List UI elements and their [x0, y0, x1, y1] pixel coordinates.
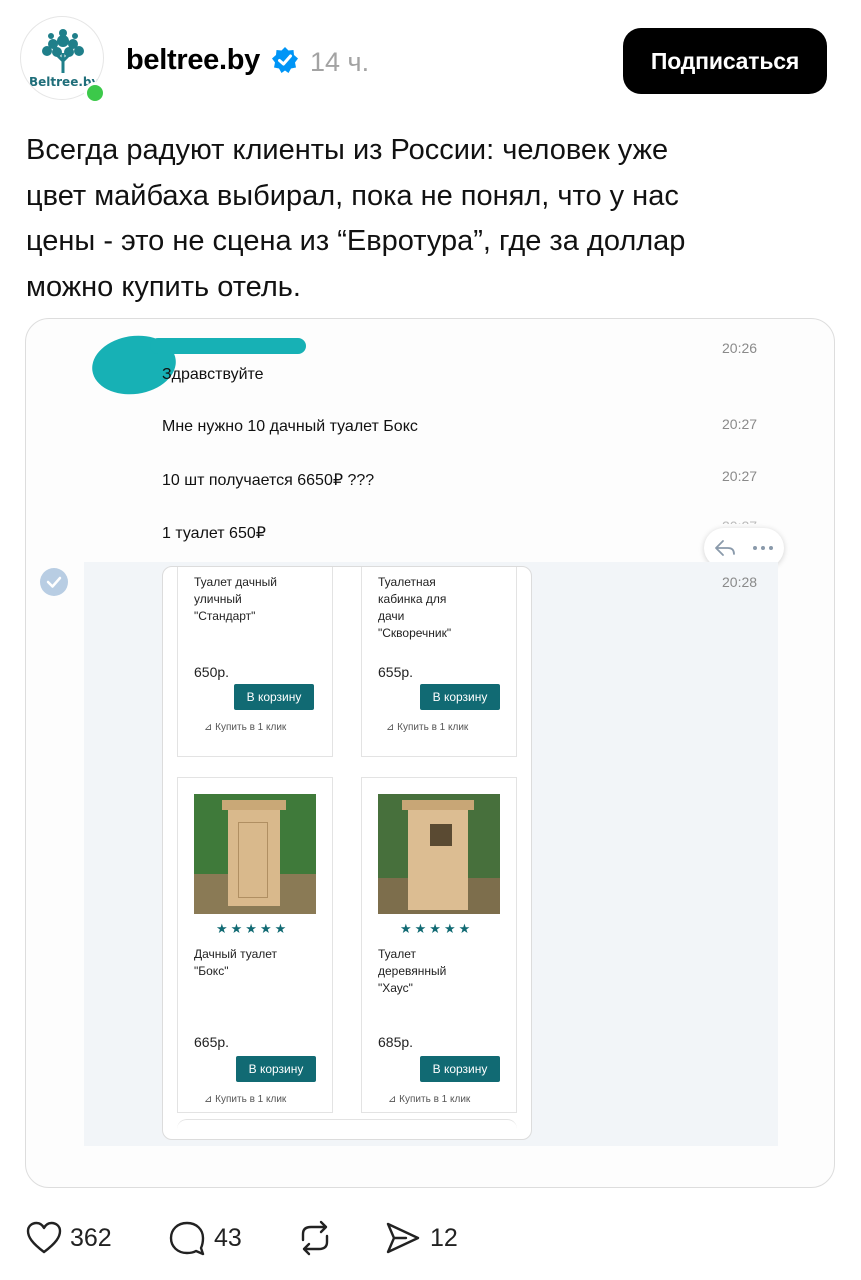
comment-button[interactable]: 43 — [168, 1218, 242, 1258]
chat-message: Мне нужно 10 дачный туалет Бокс — [162, 418, 418, 435]
reply-icon[interactable] — [714, 538, 736, 558]
message-time: 20:27 — [722, 468, 758, 484]
buy-one-click-link[interactable]: ⊿ Купить в 1 клик — [388, 1094, 470, 1105]
bottom-bar — [177, 1119, 517, 1139]
buy-one-click-link[interactable]: ⊿ Купить в 1 клик — [204, 1094, 286, 1105]
post-text-line: можно купить отель. — [26, 270, 301, 303]
online-status-dot — [84, 82, 106, 104]
verified-icon — [272, 47, 298, 73]
post-text-line: цены - это не сцена из “Евротура”, где з… — [26, 225, 686, 257]
more-icon[interactable] — [752, 545, 774, 551]
rating-stars: ★★★★★ — [400, 921, 474, 936]
rating-stars: ★★★★★ — [216, 921, 290, 936]
check-icon[interactable] — [40, 568, 68, 596]
chat-message: 10 шт получается 6650₽ ??? — [162, 472, 375, 489]
share-button[interactable]: 12 — [384, 1218, 458, 1258]
like-count: 362 — [70, 1223, 112, 1252]
repost-button[interactable] — [296, 1218, 342, 1258]
product-card[interactable]: Туалет дачный уличный "Стандарт" 650р. В… — [177, 567, 333, 757]
shop-screenshot: Туалет дачный уличный "Стандарт" 650р. В… — [162, 566, 532, 1140]
product-name: Дачный туалет "Бокс" — [194, 947, 278, 978]
product-name: Туалетная кабинка для дачи "Скворечник" — [378, 575, 452, 640]
post-text-line: Всегда радуют клиенты из России: человек… — [26, 134, 669, 166]
chat-message: Здравствуйте — [162, 366, 264, 383]
product-price: 685р. — [378, 1034, 414, 1050]
redacted-name — [150, 338, 306, 354]
product-card[interactable]: ★★★★★ Туалет деревянный "Хаус" 685р. В к… — [361, 777, 517, 1113]
username[interactable]: beltree.by — [126, 42, 260, 78]
comment-count: 43 — [214, 1223, 242, 1252]
product-card[interactable]: Туалетная кабинка для дачи "Скворечник" … — [361, 567, 517, 757]
message-time: 20:27 — [722, 416, 758, 432]
send-icon — [386, 1222, 420, 1254]
repost-icon — [301, 1220, 329, 1256]
post-time: 14 ч. — [310, 47, 370, 77]
buy-one-click-link[interactable]: ⊿ Купить в 1 клик — [204, 722, 286, 733]
message-time: 20:26 — [722, 340, 758, 356]
add-to-cart-button[interactable]: В корзину — [234, 684, 314, 710]
product-image — [194, 794, 316, 914]
product-price: 655р. — [378, 664, 414, 680]
post-text-line: цвет майбаха выбирал, пока не понял, что… — [26, 179, 679, 212]
product-name: Туалет деревянный "Хаус" — [378, 947, 447, 995]
message-time: 20:28 — [722, 574, 758, 590]
product-price: 665р. — [194, 1034, 230, 1050]
like-button[interactable]: 362 — [26, 1218, 112, 1258]
subscribe-button[interactable]: Подписаться — [623, 28, 827, 94]
post-text: Всегда радуют клиенты из России: человек… — [26, 128, 826, 310]
add-to-cart-button[interactable]: В корзину — [420, 684, 500, 710]
add-to-cart-button[interactable]: В корзину — [420, 1056, 500, 1082]
comment-icon — [169, 1221, 205, 1256]
product-image — [378, 794, 500, 914]
product-card[interactable]: ★★★★★ Дачный туалет "Бокс" 665р. В корзи… — [177, 777, 333, 1113]
message-time: 20:27 — [722, 518, 757, 524]
product-name: Туалет дачный уличный "Стандарт" — [194, 575, 277, 623]
chat-message: 1 туалет 650₽ — [162, 525, 266, 542]
buy-one-click-link[interactable]: ⊿ Купить в 1 клик — [386, 722, 468, 733]
heart-icon — [26, 1221, 62, 1254]
product-price: 650р. — [194, 664, 230, 680]
add-to-cart-button[interactable]: В корзину — [236, 1056, 316, 1082]
share-count: 12 — [430, 1223, 458, 1252]
